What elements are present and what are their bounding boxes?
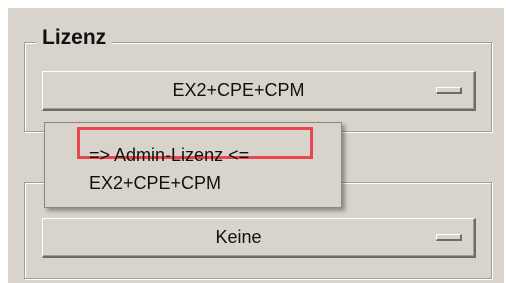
menu-item-label: EX2+CPE+CPM <box>89 173 222 193</box>
license-dropdown-menu: => Admin-Lizenz <= EX2+CPE+CPM <box>44 122 342 208</box>
license-group-title: Lizenz <box>36 26 113 50</box>
license-combobox-value: EX2+CPE+CPM <box>172 80 305 100</box>
license-combobox[interactable]: EX2+CPE+CPM <box>42 71 476 111</box>
second-combobox-value: Keine <box>215 227 262 247</box>
menu-item-label: => Admin-Lizenz <= <box>89 145 250 165</box>
dropdown-button-icon[interactable] <box>436 87 462 94</box>
dropdown-button-icon[interactable] <box>436 234 462 241</box>
second-combobox[interactable]: Keine <box>42 218 476 258</box>
